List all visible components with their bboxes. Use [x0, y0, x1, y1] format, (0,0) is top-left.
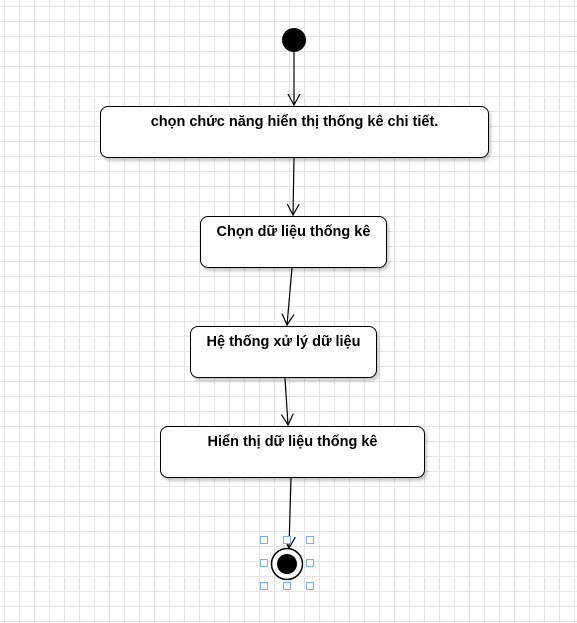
- flow-arrow-n3-to-n4[interactable]: [285, 377, 288, 425]
- initial-node[interactable]: [282, 28, 306, 52]
- selection-handle-left[interactable]: [260, 559, 268, 567]
- flow-arrow-n1-to-n2[interactable]: [293, 157, 294, 215]
- action-select-detail-statistics[interactable]: chọn chức năng hiển thị thống kê chi tiế…: [100, 106, 489, 158]
- action-label: Hiển thị dữ liệu thống kê: [207, 434, 378, 450]
- final-node[interactable]: [270, 547, 304, 581]
- action-label: Chọn dữ liệu thống kê: [216, 224, 371, 240]
- action-label: chọn chức năng hiển thị thống kê chi tiế…: [150, 114, 439, 130]
- selection-handle-bottom-left[interactable]: [260, 582, 268, 590]
- action-select-statistics-data[interactable]: Chọn dữ liệu thống kê: [200, 216, 387, 268]
- action-system-process-data[interactable]: Hệ thống xử lý dữ liệu: [190, 326, 377, 378]
- selection-handle-top-left[interactable]: [260, 536, 268, 544]
- flow-arrow-n2-to-n3[interactable]: [287, 267, 292, 325]
- action-display-statistics[interactable]: Hiển thị dữ liệu thống kê: [160, 426, 425, 478]
- selection-handle-top-right[interactable]: [306, 536, 314, 544]
- action-label: Hệ thống xử lý dữ liệu: [206, 334, 361, 350]
- selection-handle-right[interactable]: [306, 559, 314, 567]
- selection-handle-top[interactable]: [283, 536, 291, 544]
- selection-handle-bottom-right[interactable]: [306, 582, 314, 590]
- selection-handle-bottom[interactable]: [283, 582, 291, 590]
- activity-diagram: [270, 28, 306, 581]
